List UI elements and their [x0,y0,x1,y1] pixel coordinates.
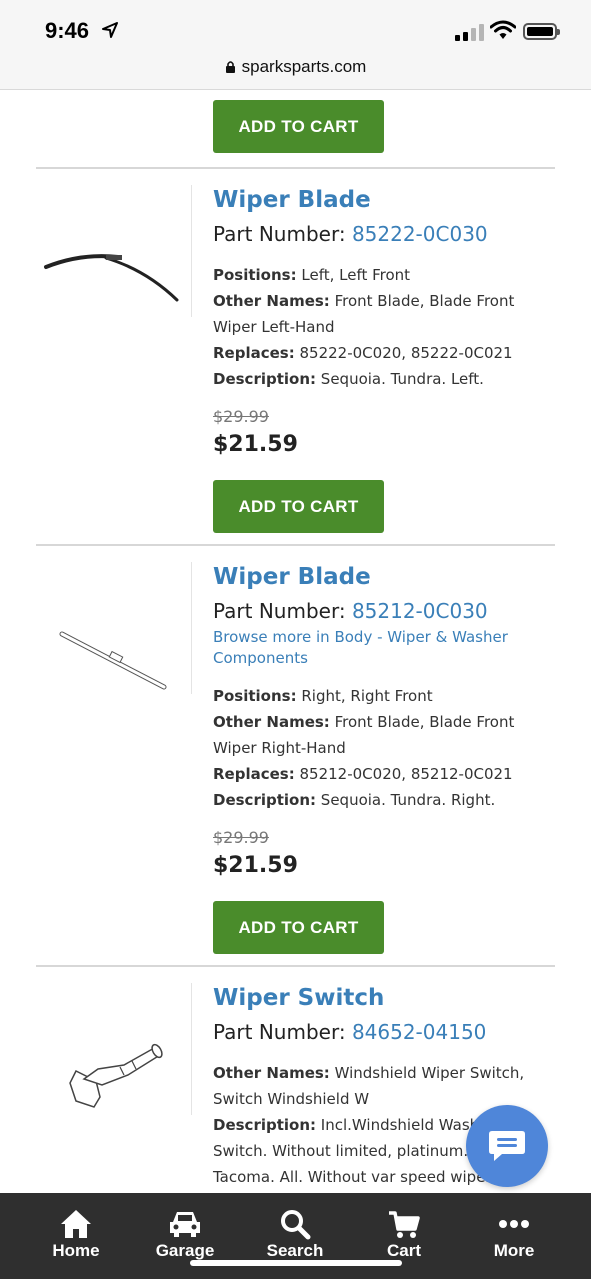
more-dots-icon [499,1220,529,1228]
chat-icon [489,1131,525,1161]
url-text: sparksparts.com [241,57,367,76]
browse-category-link[interactable]: Browse more in Body - Wiper & Washer Com… [213,627,543,669]
part-number-link[interactable]: 85222-0C030 [352,222,488,246]
address-bar[interactable]: sparksparts.com [0,57,591,77]
nav-search[interactable]: Search [250,1207,340,1261]
nav-home[interactable]: Home [31,1207,121,1261]
cart-icon [389,1211,420,1238]
part-number-link[interactable]: 85212-0C030 [352,599,488,623]
part-number-row: Part Number: 85212-0C030 [213,599,488,623]
product-image-wiper-blade[interactable] [36,185,192,317]
product-image-wiper-switch[interactable] [36,983,192,1115]
spec-row: Replaces: 85212-0C020, 85212-0C021 [213,765,513,783]
original-price: $29.99 [213,407,269,426]
part-number-row: Part Number: 84652-04150 [213,1020,487,1044]
spec-row: Positions: Right, Right Front [213,687,433,705]
product-title[interactable]: Wiper Switch [213,983,543,1013]
product-title[interactable]: Wiper Blade [213,185,543,215]
spec-row: Replaces: 85222-0C020, 85222-0C021 [213,344,513,362]
nav-home-label: Home [52,1241,100,1260]
spec-row: Other Names: Front Blade, Blade Front Wi… [213,713,515,757]
product-list[interactable]: ADD TO CART Wiper Blade Part Number: 852… [0,91,591,1193]
spec-row: Other Names: Windshield Wiper Switch, Sw… [213,1064,525,1108]
nav-search-label: Search [266,1241,324,1260]
chat-button[interactable] [466,1105,548,1187]
add-to-cart-button[interactable]: ADD TO CART [213,901,384,954]
product-title[interactable]: Wiper Blade [213,562,543,592]
divider [36,965,555,967]
home-icon [61,1210,91,1238]
nav-more-label: More [493,1241,535,1260]
nav-more[interactable]: More [469,1207,559,1261]
status-time: 9:46 [45,18,90,43]
nav-garage[interactable]: Garage [140,1207,230,1261]
status-bar: 9:46 sparksparts.com [0,0,591,90]
original-price: $29.99 [213,828,269,847]
add-to-cart-button[interactable]: ADD TO CART [213,480,384,533]
spec-row: Description: Sequoia. Tundra. Left. [213,370,484,388]
search-icon [281,1210,311,1240]
bottom-nav: Home Garage Search Cart More [0,1193,591,1279]
car-icon [170,1212,200,1237]
battery-icon [523,23,560,40]
nav-cart-label: Cart [386,1241,421,1260]
wifi-icon [490,20,516,39]
divider [36,167,555,169]
nav-garage-label: Garage [155,1241,215,1260]
add-to-cart-button[interactable]: ADD TO CART [213,100,384,153]
nav-cart[interactable]: Cart [359,1207,449,1261]
home-indicator [190,1260,402,1266]
product-image-wiper-blade[interactable] [36,562,192,694]
cell-signal-icon [455,23,484,41]
sale-price: $21.59 [213,853,298,878]
part-number-row: Part Number: 85222-0C030 [213,222,488,246]
part-number-link[interactable]: 84652-04150 [352,1020,486,1044]
spec-row: Description: Sequoia. Tundra. Right. [213,791,496,809]
sale-price: $21.59 [213,432,298,457]
spec-row: Other Names: Front Blade, Blade Front Wi… [213,292,515,336]
location-arrow-icon [102,22,118,38]
divider [36,544,555,546]
product-specs: Positions: Right, Right Front Other Name… [213,683,543,813]
lock-icon [225,61,235,73]
product-specs: Positions: Left, Left Front Other Names:… [213,262,543,392]
spec-row: Positions: Left, Left Front [213,266,411,284]
